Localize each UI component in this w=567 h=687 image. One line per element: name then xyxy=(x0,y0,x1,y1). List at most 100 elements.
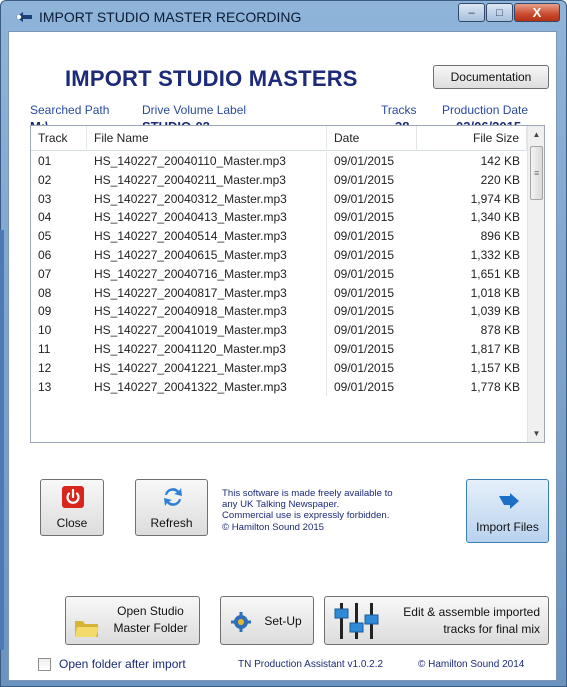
documentation-button[interactable]: Documentation xyxy=(433,65,549,89)
setup-button[interactable]: Set-Up xyxy=(220,596,314,645)
power-icon xyxy=(62,486,84,508)
cell-file-name: HS_140227_20041019_Master.mp3 xyxy=(87,321,327,340)
cell-track: 08 xyxy=(38,285,52,300)
cell-date: 09/01/2015 xyxy=(334,172,395,187)
cell-file-name: HS_140227_20040918_Master.mp3 xyxy=(87,302,327,322)
maximize-button[interactable]: □ xyxy=(486,3,513,22)
open-folder-line2: Master Folder xyxy=(113,621,188,635)
cell-file-size: 1,651 KB xyxy=(470,266,520,281)
license-notice: This software is made freely available t… xyxy=(222,488,452,533)
minimize-icon: – xyxy=(468,6,475,19)
cell-date: 09/01/2015 xyxy=(334,266,395,281)
cell-track: 13 xyxy=(38,379,52,394)
column-header-date[interactable]: Date xyxy=(327,126,417,151)
title-bar[interactable]: IMPORT STUDIO MASTER RECORDING – □ X xyxy=(1,1,566,33)
version-text: TN Production Assistant v1.0.2.2 xyxy=(238,659,384,670)
table-row[interactable]: 13 HS_140227_20041322_Master.mp3 09/01/2… xyxy=(31,377,527,397)
cell-file-size: 896 KB xyxy=(480,229,520,244)
gear-icon xyxy=(231,612,251,632)
close-window-button[interactable]: X xyxy=(514,3,560,22)
cell-date: 09/01/2015 xyxy=(334,247,395,262)
searched-path-label: Searched Path xyxy=(30,103,110,117)
scroll-down-icon[interactable]: ▼ xyxy=(528,425,545,442)
cell-date: 09/01/2015 xyxy=(334,379,395,394)
open-folder-after-import-label[interactable]: Open folder after import xyxy=(59,657,186,671)
copyright-text: © Hamilton Sound 2014 xyxy=(418,659,525,670)
cell-track: 12 xyxy=(38,360,52,375)
app-logo-icon xyxy=(16,12,32,22)
cell-track: 11 xyxy=(38,341,51,356)
cell-file-name: HS_140227_20040211_Master.mp3 xyxy=(87,170,327,190)
import-files-button[interactable]: Import Files xyxy=(466,479,549,543)
minimize-button[interactable]: – xyxy=(458,3,485,22)
vertical-scrollbar[interactable]: ▲ ≡ ▼ xyxy=(527,126,544,442)
column-header-file-size[interactable]: File Size xyxy=(417,126,527,151)
cell-track: 09 xyxy=(38,304,52,319)
cell-track: 06 xyxy=(38,247,52,262)
cell-track: 04 xyxy=(38,210,52,225)
cell-file-size: 1,039 KB xyxy=(470,304,520,319)
table-row[interactable]: 12 HS_140227_20041221_Master.mp3 09/01/2… xyxy=(31,358,527,378)
column-header-track[interactable]: Track xyxy=(31,126,87,151)
cell-file-name: HS_140227_20040817_Master.mp3 xyxy=(87,283,327,303)
cell-date: 09/01/2015 xyxy=(334,229,395,244)
cell-date: 09/01/2015 xyxy=(334,360,395,375)
page-title: IMPORT STUDIO MASTERS xyxy=(65,66,358,91)
table-header: Track File Name Date File Size xyxy=(31,126,527,151)
edit-line1: Edit & assemble imported xyxy=(403,605,540,619)
cell-file-name: HS_140227_20040413_Master.mp3 xyxy=(87,208,327,228)
cell-file-size: 1,817 KB xyxy=(470,341,520,356)
open-folder-line1: Open Studio xyxy=(117,604,184,618)
edit-line2: tracks for final mix xyxy=(443,622,540,636)
edit-assemble-button[interactable]: Edit & assemble imported tracks for fina… xyxy=(324,596,549,645)
maximize-icon: □ xyxy=(496,6,503,19)
import-arrow-icon xyxy=(499,493,519,509)
drive-volume-label: Drive Volume Label xyxy=(142,103,247,117)
notice-line: Commercial use is expressly forbidden. xyxy=(222,510,390,522)
table-row[interactable]: 04 HS_140227_20040413_Master.mp3 09/01/2… xyxy=(31,208,527,228)
scroll-up-icon[interactable]: ▲ xyxy=(528,126,545,143)
cell-track: 07 xyxy=(38,266,52,281)
tracks-label: Tracks xyxy=(381,103,417,117)
refresh-button-label: Refresh xyxy=(150,516,193,530)
table-row[interactable]: 01 HS_140227_20040110_Master.mp3 09/01/2… xyxy=(31,152,527,171)
table-row[interactable]: 05 HS_140227_20040514_Master.mp3 09/01/2… xyxy=(31,227,527,246)
notice-line: any UK Talking Newspaper. xyxy=(222,499,340,511)
table-row[interactable]: 02 HS_140227_20040211_Master.mp3 09/01/2… xyxy=(31,170,527,190)
table-row[interactable]: 07 HS_140227_20040716_Master.mp3 09/01/2… xyxy=(31,264,527,284)
cell-file-size: 1,778 KB xyxy=(470,379,520,394)
track-list[interactable]: Track File Name Date File Size 01 HS_140… xyxy=(30,125,545,443)
table-row[interactable]: 03 HS_140227_20040312_Master.mp3 09/01/2… xyxy=(31,189,527,209)
table-body: 01 HS_140227_20040110_Master.mp3 09/01/2… xyxy=(31,152,527,397)
table-row[interactable]: 10 HS_140227_20041019_Master.mp3 09/01/2… xyxy=(31,321,527,340)
cell-date: 09/01/2015 xyxy=(334,323,395,338)
table-row[interactable]: 08 HS_140227_20040817_Master.mp3 09/01/2… xyxy=(31,283,527,303)
notice-line: This software is made freely available t… xyxy=(222,488,393,499)
cell-file-size: 1,332 KB xyxy=(470,247,520,262)
production-date-label: Production Date xyxy=(442,103,529,117)
cell-track: 10 xyxy=(38,323,52,338)
cell-date: 09/01/2015 xyxy=(334,285,395,300)
scroll-thumb[interactable]: ≡ xyxy=(530,146,543,200)
cell-date: 09/01/2015 xyxy=(334,191,395,206)
column-header-file-name[interactable]: File Name xyxy=(87,126,327,151)
setup-label: Set-Up xyxy=(264,614,302,628)
cell-file-name: HS_140227_20040615_Master.mp3 xyxy=(87,245,327,265)
open-folder-after-import-checkbox[interactable] xyxy=(38,658,51,671)
table-row[interactable]: 06 HS_140227_20040615_Master.mp3 09/01/2… xyxy=(31,245,527,265)
table-row[interactable]: 11 HS_140227_20041120_Master.mp3 09/01/2… xyxy=(31,339,527,359)
mixer-sliders-icon xyxy=(334,603,379,639)
folder-icon xyxy=(75,621,99,637)
cell-track: 03 xyxy=(38,191,52,206)
close-button[interactable]: Close xyxy=(40,479,104,536)
cell-file-name: HS_140227_20040514_Master.mp3 xyxy=(87,227,327,246)
cell-file-name: HS_140227_20040312_Master.mp3 xyxy=(87,189,327,209)
cell-file-size: 1,157 KB xyxy=(470,360,520,375)
table-row[interactable]: 09 HS_140227_20040918_Master.mp3 09/01/2… xyxy=(31,302,527,322)
cell-file-name: HS_140227_20040716_Master.mp3 xyxy=(87,264,327,284)
cell-track: 05 xyxy=(38,229,52,244)
cell-file-name: HS_140227_20041120_Master.mp3 xyxy=(87,339,327,359)
cell-file-name: HS_140227_20040110_Master.mp3 xyxy=(87,152,327,171)
refresh-button[interactable]: Refresh xyxy=(135,479,208,536)
open-studio-master-folder-button[interactable]: Open Studio Master Folder xyxy=(65,596,200,645)
